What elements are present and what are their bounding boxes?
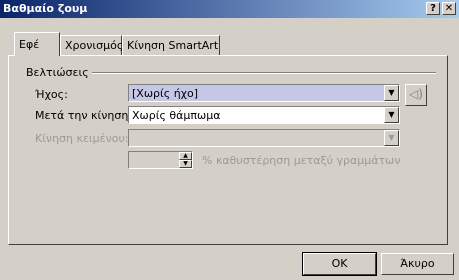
- help-button[interactable]: ?: [426, 2, 440, 15]
- tab-label: Χρονισμός: [65, 39, 124, 52]
- after-animation-value: Χωρίς θάμπωμα: [132, 109, 221, 122]
- close-button[interactable]: ✕: [442, 2, 456, 15]
- animate-text-select: ▼: [128, 129, 400, 147]
- chevron-down-icon[interactable]: ▼: [384, 85, 399, 101]
- tab-label: Εφέ: [19, 38, 40, 51]
- sound-label: Ήχος:: [35, 88, 68, 101]
- tab-label: Κίνηση SmartArt: [127, 39, 219, 52]
- title-bar: Βαθμαίο ζουμ ? ✕: [0, 0, 459, 18]
- delay-spinner: ▲ ▼: [128, 151, 193, 169]
- chevron-down-icon: ▼: [384, 130, 399, 146]
- animate-text-label: Κίνηση κειμένου:: [35, 132, 129, 145]
- spin-up-icon: ▲: [179, 152, 192, 160]
- cancel-button[interactable]: Άκυρο: [381, 253, 454, 275]
- speaker-icon[interactable]: ◁): [405, 84, 427, 106]
- group-divider: [92, 72, 436, 74]
- delay-suffix-label: % καθυστέρηση μεταξύ γραμμάτων: [202, 154, 401, 167]
- tab-effect[interactable]: Εφέ: [14, 32, 60, 56]
- tab-smartart-animation[interactable]: Κίνηση SmartArt: [122, 35, 220, 55]
- sound-select[interactable]: [Χωρίς ήχο] ▼: [128, 84, 400, 102]
- tab-timing[interactable]: Χρονισμός: [60, 35, 124, 55]
- ok-button[interactable]: OK: [302, 252, 377, 276]
- after-animation-label: Μετά την κίνηση:: [35, 109, 133, 122]
- sound-value: [Χωρίς ήχο]: [132, 87, 199, 100]
- chevron-down-icon[interactable]: ▼: [384, 107, 399, 123]
- window-title: Βαθμαίο ζουμ: [3, 2, 88, 15]
- after-animation-select[interactable]: Χωρίς θάμπωμα ▼: [128, 106, 400, 124]
- enhancements-group-label: Βελτιώσεις: [26, 66, 89, 79]
- spin-down-icon: ▼: [179, 160, 192, 168]
